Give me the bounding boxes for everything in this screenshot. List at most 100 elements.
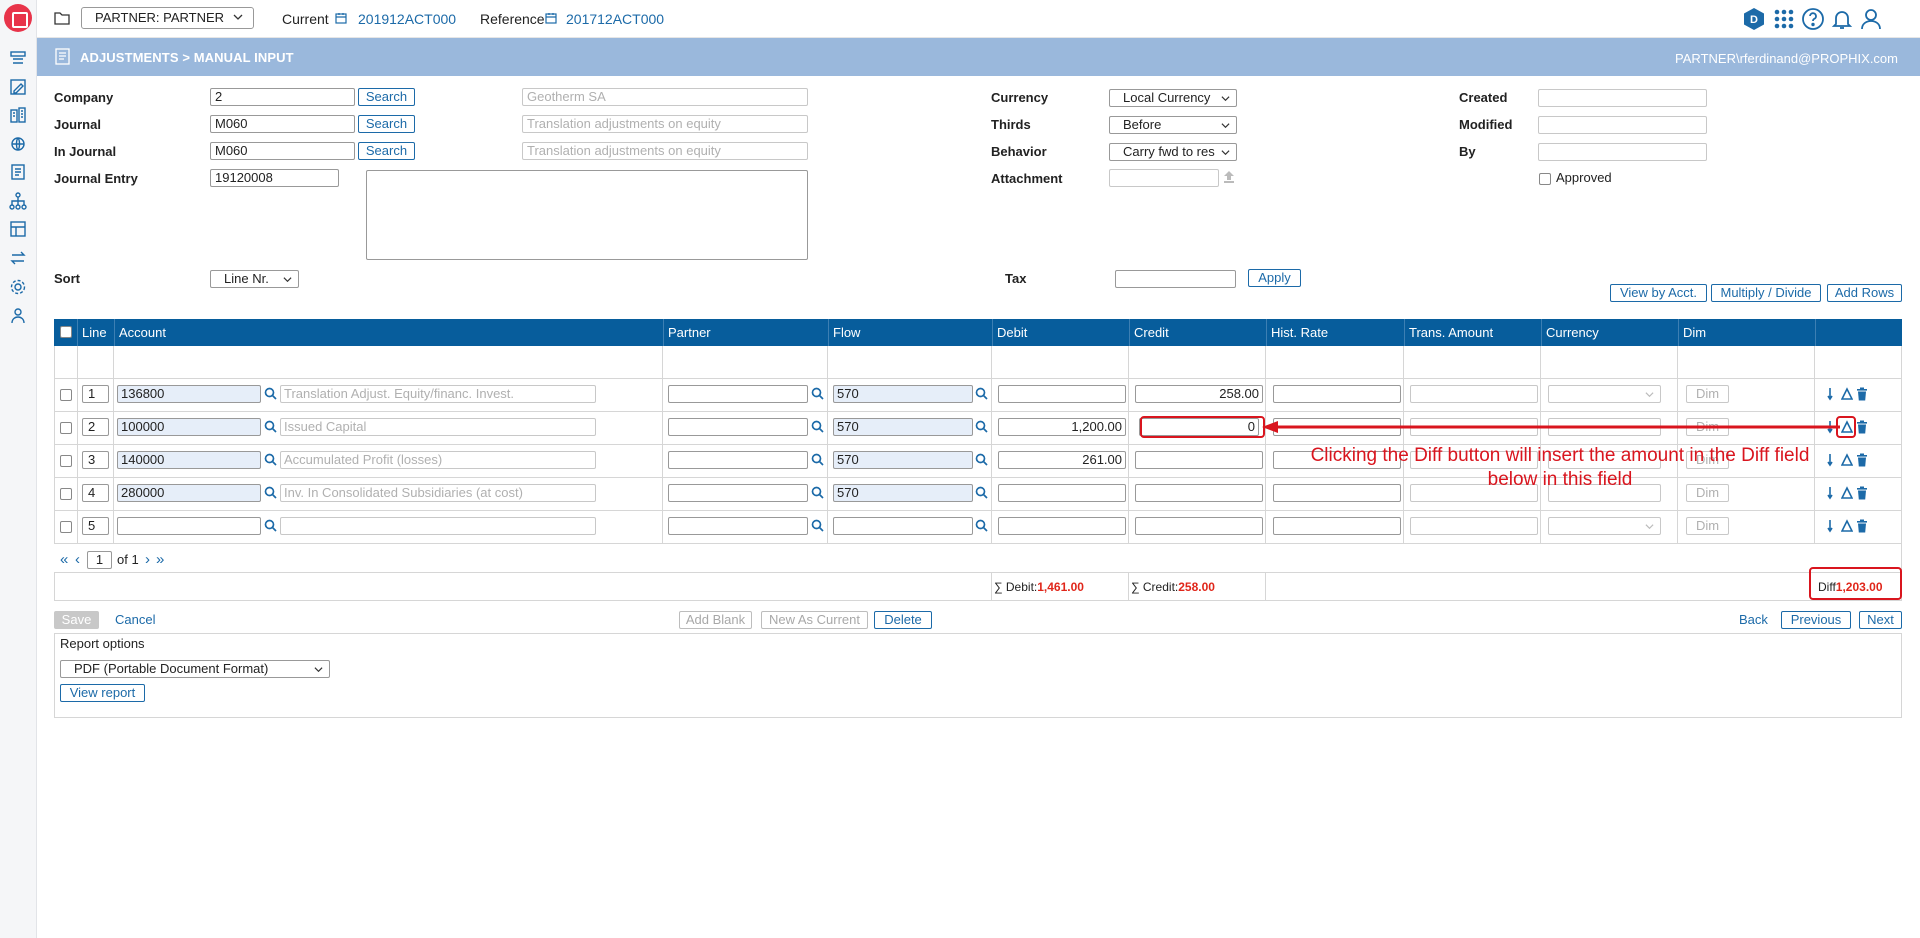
insert-row-icon[interactable] xyxy=(1827,486,1839,500)
trash-icon[interactable] xyxy=(1856,486,1868,500)
partner-select[interactable]: PARTNER: PARTNER xyxy=(81,7,254,29)
delete-button[interactable]: Delete xyxy=(874,611,932,629)
flow-input[interactable]: 570 xyxy=(833,418,973,436)
debit-input[interactable] xyxy=(998,484,1126,502)
trash-icon[interactable] xyxy=(1856,453,1868,467)
search-icon[interactable] xyxy=(811,387,824,400)
next-button[interactable]: Next xyxy=(1859,611,1902,629)
debit-input[interactable] xyxy=(998,517,1126,535)
search-icon[interactable] xyxy=(811,519,824,532)
flow-input[interactable] xyxy=(833,517,973,535)
prev-page-button[interactable]: ‹ xyxy=(75,551,80,568)
search-icon[interactable] xyxy=(811,486,824,499)
row-select-checkbox[interactable] xyxy=(60,422,72,434)
company-input[interactable]: 2 xyxy=(210,88,355,106)
globe-gear-icon[interactable] xyxy=(8,134,28,154)
in-journal-input[interactable]: M060 xyxy=(210,142,355,160)
flow-input[interactable]: 570 xyxy=(833,385,973,403)
next-page-button[interactable]: › xyxy=(145,551,150,568)
report-format-select[interactable]: PDF (Portable Document Format) xyxy=(60,660,330,678)
diff-delta-icon[interactable] xyxy=(1841,486,1853,500)
col-line[interactable]: Line xyxy=(77,319,108,346)
flow-icon[interactable] xyxy=(8,48,28,68)
new-as-current-button[interactable]: New As Current xyxy=(761,611,868,629)
approved-checkbox[interactable] xyxy=(1539,173,1551,185)
save-button[interactable]: Save xyxy=(54,611,99,629)
select-all-checkbox[interactable] xyxy=(60,326,72,338)
diff-delta-icon[interactable] xyxy=(1841,387,1853,401)
search-icon[interactable] xyxy=(264,486,277,499)
transfer-icon[interactable] xyxy=(8,248,28,268)
behavior-select[interactable]: Carry fwd to res xyxy=(1109,143,1237,161)
insert-row-icon[interactable] xyxy=(1827,519,1839,533)
col-hist-rate[interactable]: Hist. Rate xyxy=(1266,319,1404,346)
sort-select[interactable]: Line Nr. xyxy=(210,270,299,288)
account-input[interactable]: 136800 xyxy=(117,385,261,403)
company-search-button[interactable]: Search xyxy=(358,88,415,106)
line-number-input[interactable]: 5 xyxy=(82,517,109,535)
account-input[interactable]: 140000 xyxy=(117,451,261,469)
partner-input[interactable] xyxy=(668,484,808,502)
journal-entry-comment[interactable] xyxy=(366,170,808,260)
search-icon[interactable] xyxy=(811,453,824,466)
credit-input[interactable]: 258.00 xyxy=(1135,385,1263,403)
col-currency[interactable]: Currency xyxy=(1541,319,1678,346)
account-input[interactable]: 280000 xyxy=(117,484,261,502)
line-number-input[interactable]: 3 xyxy=(82,451,109,469)
credit-input[interactable] xyxy=(1135,484,1263,502)
col-dim[interactable]: Dim xyxy=(1678,319,1815,346)
multiply-divide-button[interactable]: Multiply / Divide xyxy=(1711,284,1821,302)
partner-input[interactable] xyxy=(668,451,808,469)
col-flow[interactable]: Flow xyxy=(828,319,992,346)
search-icon[interactable] xyxy=(811,420,824,433)
hist-rate-input[interactable] xyxy=(1273,517,1401,535)
apps-grid-icon[interactable] xyxy=(1772,7,1796,31)
help-icon[interactable] xyxy=(1801,7,1825,31)
search-icon[interactable] xyxy=(264,453,277,466)
last-page-button[interactable]: » xyxy=(156,551,164,568)
apply-tax-button[interactable]: Apply xyxy=(1248,269,1301,287)
user-profile-icon[interactable] xyxy=(1859,7,1883,31)
partner-input[interactable] xyxy=(668,418,808,436)
account-input[interactable]: 100000 xyxy=(117,418,261,436)
hist-rate-input[interactable] xyxy=(1273,385,1401,403)
thirds-select[interactable]: Before xyxy=(1109,116,1237,134)
product-badge-icon[interactable]: D xyxy=(1742,7,1766,31)
notification-bell-icon[interactable] xyxy=(1830,7,1854,31)
insert-row-icon[interactable] xyxy=(1827,453,1839,467)
app-logo[interactable] xyxy=(4,4,32,32)
settings-icon[interactable] xyxy=(8,277,28,297)
debit-input[interactable]: 1,200.00 xyxy=(998,418,1126,436)
col-credit[interactable]: Credit xyxy=(1129,319,1266,346)
search-icon[interactable] xyxy=(264,387,277,400)
search-icon[interactable] xyxy=(975,519,988,532)
previous-button[interactable]: Previous xyxy=(1781,611,1851,629)
current-period-link[interactable]: 201912ACT000 xyxy=(358,11,456,27)
document-icon[interactable] xyxy=(8,162,28,182)
col-account[interactable]: Account xyxy=(114,319,662,346)
upload-icon[interactable] xyxy=(1223,170,1235,184)
trash-icon[interactable] xyxy=(1856,387,1868,401)
folder-icon[interactable] xyxy=(54,11,70,25)
search-icon[interactable] xyxy=(975,387,988,400)
col-debit[interactable]: Debit xyxy=(992,319,1129,346)
search-icon[interactable] xyxy=(975,420,988,433)
row-select-checkbox[interactable] xyxy=(60,488,72,500)
flow-input[interactable]: 570 xyxy=(833,451,973,469)
search-icon[interactable] xyxy=(975,486,988,499)
cancel-link[interactable]: Cancel xyxy=(115,612,155,627)
account-input[interactable] xyxy=(117,517,261,535)
debit-input[interactable] xyxy=(998,385,1126,403)
search-icon[interactable] xyxy=(975,453,988,466)
journal-search-button[interactable]: Search xyxy=(358,115,415,133)
row-select-checkbox[interactable] xyxy=(60,389,72,401)
diff-delta-icon[interactable] xyxy=(1841,519,1853,533)
partner-input[interactable] xyxy=(668,517,808,535)
search-icon[interactable] xyxy=(264,519,277,532)
trash-icon[interactable] xyxy=(1856,519,1868,533)
col-trans-amount[interactable]: Trans. Amount xyxy=(1404,319,1541,346)
diff-delta-icon[interactable] xyxy=(1841,453,1853,467)
debit-input[interactable]: 261.00 xyxy=(998,451,1126,469)
row-select-checkbox[interactable] xyxy=(60,455,72,467)
partner-input[interactable] xyxy=(668,385,808,403)
